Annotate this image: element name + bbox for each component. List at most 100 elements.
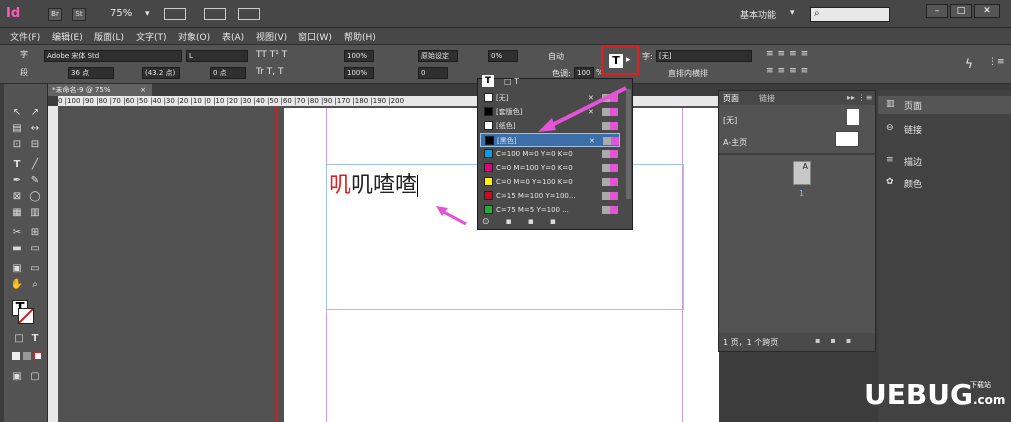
zoom-chevron-icon[interactable]: ▾ bbox=[145, 9, 150, 19]
align-icons[interactable]: ≡≡≡≡ bbox=[766, 49, 812, 59]
apply-none-icon[interactable] bbox=[34, 352, 42, 360]
menu-object[interactable]: 对象(O) bbox=[178, 30, 210, 43]
preview-mode-icon[interactable]: ▢ bbox=[28, 370, 42, 384]
workspace-chevron-icon[interactable]: ▾ bbox=[790, 8, 795, 18]
menu-help[interactable]: 帮助(H) bbox=[344, 30, 376, 43]
scissors-tool-icon[interactable]: ✂ bbox=[10, 226, 24, 240]
gradient-feather-tool-icon[interactable]: ▭ bbox=[28, 242, 42, 256]
swatch-color-chip bbox=[485, 136, 494, 145]
dock-item-stroke[interactable]: ≡ 描边 bbox=[878, 152, 1011, 170]
font-style-field[interactable]: L bbox=[186, 50, 248, 62]
apply-color-icon[interactable] bbox=[12, 352, 20, 360]
tab-links[interactable]: 链接 bbox=[759, 93, 775, 104]
menu-edit[interactable]: 编辑(E) bbox=[52, 30, 83, 43]
zoom-level[interactable]: 75% bbox=[110, 8, 132, 19]
page-tool-icon[interactable]: ▤ bbox=[10, 122, 24, 136]
swatch-text-icon[interactable]: T bbox=[482, 75, 494, 87]
none-master-label[interactable]: [无] bbox=[723, 115, 737, 126]
selection-tool-icon[interactable]: ↖ bbox=[10, 106, 24, 120]
panel-menu-icon[interactable]: ▸▸ ⋮≡ bbox=[847, 93, 872, 102]
character-style-field[interactable]: [无] bbox=[656, 50, 752, 62]
hand-tool-icon[interactable]: ✋ bbox=[10, 278, 24, 292]
baseline-shift-field[interactable]: 0 bbox=[418, 67, 448, 79]
line-tool-icon[interactable]: ╱ bbox=[28, 158, 42, 172]
stroke-swatch-icon[interactable] bbox=[18, 308, 34, 324]
rectangle-frame-tool-icon[interactable]: ⊠ bbox=[10, 190, 24, 204]
menu-layout[interactable]: 版面(L) bbox=[94, 30, 124, 43]
vertical-scale-field[interactable]: 100% bbox=[344, 50, 374, 62]
gradient-tool-icon[interactable]: ▬ bbox=[10, 242, 24, 256]
free-transform-tool-icon[interactable]: ⊞ bbox=[28, 226, 42, 240]
a-master-label[interactable]: A-主页 bbox=[723, 137, 747, 148]
normal-view-icon[interactable]: ▣ bbox=[10, 370, 24, 384]
swatch-container-icon[interactable]: □ T bbox=[504, 77, 519, 86]
menu-type[interactable]: 文字(T) bbox=[136, 30, 167, 43]
zoom-tool-icon[interactable]: ⌕ bbox=[28, 278, 42, 292]
gap-tool-icon[interactable]: ↔ bbox=[28, 122, 42, 136]
view-options-icon[interactable] bbox=[164, 8, 186, 20]
dock-item-links[interactable]: ⊖ 链接 bbox=[878, 120, 1011, 138]
tracking-field[interactable]: 0% bbox=[488, 50, 518, 62]
workspace-switcher[interactable]: 基本功能 bbox=[740, 8, 776, 21]
dock-item-color[interactable]: ✿ 颜色 bbox=[878, 174, 1011, 192]
lightning-icon[interactable]: ϟ bbox=[965, 57, 973, 71]
swatch-item[interactable]: C=0 M=100 Y=0 K=0 bbox=[480, 161, 620, 175]
small-caps-icon[interactable]: Tr T, T bbox=[256, 67, 283, 77]
formatting-text-icon[interactable]: T bbox=[28, 332, 42, 346]
horizontal-scale-field[interactable]: 100% bbox=[344, 67, 374, 79]
panel-menu-icon[interactable]: ⋮≡ bbox=[988, 57, 1005, 67]
text-fill-icon[interactable]: T bbox=[609, 54, 623, 68]
fill-dropdown-arrow-icon[interactable]: ▸ bbox=[626, 55, 631, 65]
a-master-thumb[interactable] bbox=[835, 131, 859, 147]
swatch-item[interactable]: C=0 M=0 Y=100 K=0 bbox=[480, 175, 620, 189]
swatch-item[interactable]: C=75 M=5 Y=100 ... bbox=[480, 203, 620, 217]
pages-footer-icons[interactable]: ▪▪▪ bbox=[815, 336, 861, 345]
horizontal-grid-tool-icon[interactable]: ▦ bbox=[10, 206, 24, 220]
swatch-item[interactable]: C=100 M=0 Y=0 K=0 bbox=[480, 147, 620, 161]
leading-field[interactable]: (43.2 点) bbox=[142, 67, 180, 79]
content-placer-icon[interactable]: ⊟ bbox=[28, 138, 42, 152]
font-size-field[interactable]: 36 点 bbox=[68, 67, 114, 79]
pen-tool-icon[interactable]: ✒ bbox=[10, 174, 24, 188]
none-master-thumb[interactable] bbox=[847, 109, 859, 125]
kerning-field[interactable]: 原始设定 bbox=[418, 50, 458, 62]
menu-file[interactable]: 文件(F) bbox=[10, 30, 40, 43]
frame-text[interactable]: 叽叽喳喳 bbox=[329, 167, 419, 199]
vertical-ruler[interactable] bbox=[48, 106, 58, 422]
menu-table[interactable]: 表(A) bbox=[222, 30, 244, 43]
search-input[interactable]: ⌕ bbox=[810, 7, 890, 22]
minimize-button[interactable]: – bbox=[926, 4, 948, 18]
paragraph-mode-icon[interactable]: 段 bbox=[20, 67, 28, 78]
tab-pages[interactable]: 页面 bbox=[723, 93, 739, 104]
page-1-thumb[interactable]: A bbox=[793, 161, 811, 185]
baseline-field[interactable]: 0 点 bbox=[210, 67, 246, 79]
ellipse-tool-icon[interactable]: ◯ bbox=[28, 190, 42, 204]
font-family-field[interactable]: Adobe 宋体 Std bbox=[44, 50, 182, 62]
direct-selection-tool-icon[interactable]: ↗ bbox=[28, 106, 42, 120]
bridge-button[interactable]: Br bbox=[48, 8, 62, 21]
close-button[interactable]: ✕ bbox=[974, 4, 1000, 18]
type-tool-icon[interactable]: T bbox=[10, 158, 24, 172]
document-tab[interactable]: *未命名-9 @ 75% × bbox=[48, 84, 152, 96]
close-tab-icon[interactable]: × bbox=[140, 84, 146, 96]
screen-mode-icon[interactable] bbox=[204, 8, 226, 20]
menu-window[interactable]: 窗口(W) bbox=[298, 30, 332, 43]
pencil-tool-icon[interactable]: ✎ bbox=[28, 174, 42, 188]
swatch-footer-icons[interactable]: ⊙▪▪▪ bbox=[482, 217, 572, 227]
dock-item-pages[interactable]: ▥ 页面 bbox=[878, 96, 1011, 114]
vertical-grid-tool-icon[interactable]: ▥ bbox=[28, 206, 42, 220]
justify-icons[interactable]: ≡≡≡≡ bbox=[766, 66, 812, 76]
all-caps-icon[interactable]: TT T¹ T bbox=[256, 50, 287, 60]
maximize-button[interactable]: □ bbox=[950, 4, 972, 18]
apply-gradient-icon[interactable] bbox=[23, 352, 31, 360]
measure-tool-icon[interactable]: ▭ bbox=[28, 262, 42, 276]
formatting-container-icon[interactable]: □ bbox=[12, 332, 26, 346]
swatch-item[interactable]: C=15 M=100 Y=100... bbox=[480, 189, 620, 203]
character-mode-icon[interactable]: 字 bbox=[20, 49, 28, 60]
content-collector-icon[interactable]: ⊡ bbox=[10, 138, 24, 152]
menu-view[interactable]: 视图(V) bbox=[256, 30, 287, 43]
swatch-item[interactable]: [黑色] ✕ bbox=[480, 133, 620, 147]
stock-button[interactable]: St bbox=[72, 8, 86, 21]
note-tool-icon[interactable]: ▣ bbox=[10, 262, 24, 276]
arrange-documents-icon[interactable] bbox=[238, 8, 260, 20]
